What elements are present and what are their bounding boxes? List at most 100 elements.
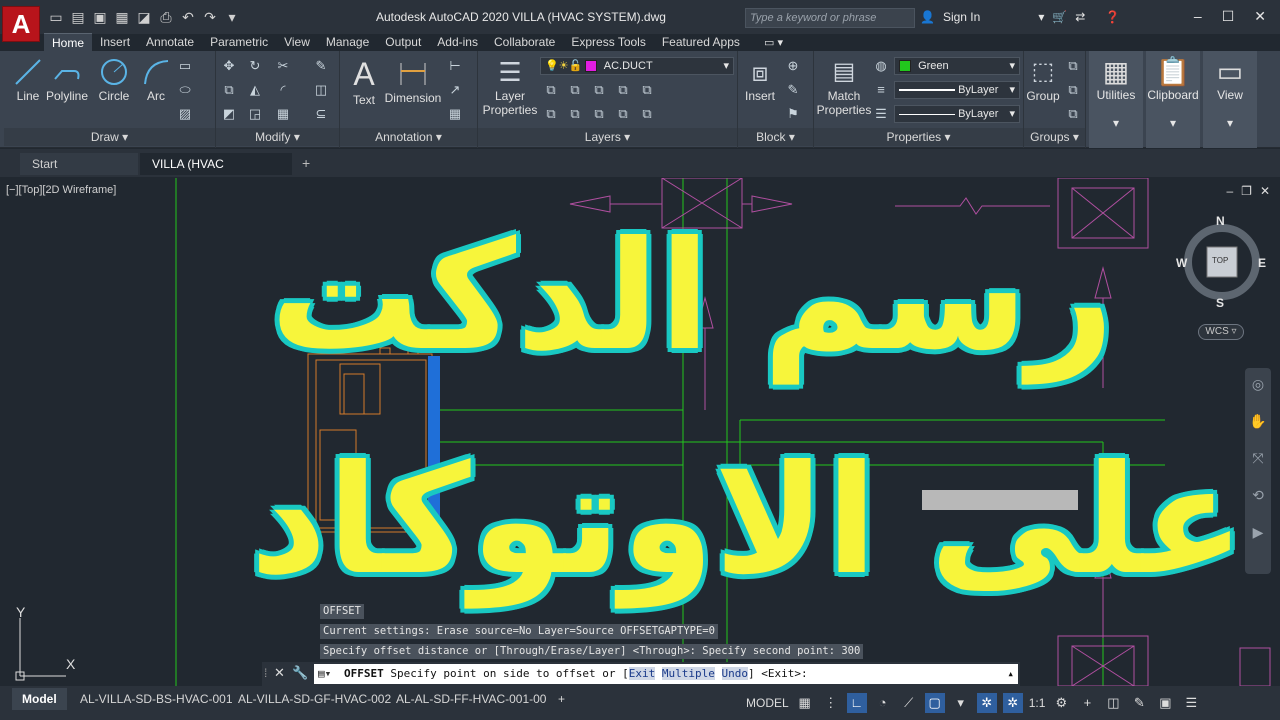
linear-dim-icon[interactable]: ⊢ xyxy=(446,57,464,75)
hardware-accel-icon[interactable]: ✎ xyxy=(1129,693,1149,713)
insert-block-button[interactable]: ⧈ Insert xyxy=(740,57,780,103)
fillet-icon[interactable]: ◜ xyxy=(274,81,292,99)
leader-icon[interactable]: ↗ xyxy=(446,81,464,99)
tab-home[interactable]: Home xyxy=(44,33,93,51)
utilities-button[interactable]: ▦ Utilities ▾ xyxy=(1089,51,1143,148)
minimize-viewport-icon[interactable]: – xyxy=(1226,184,1233,198)
mirror-icon[interactable]: ◭ xyxy=(246,81,264,99)
tab-annotate[interactable]: Annotate xyxy=(138,33,202,51)
group-select-icon[interactable]: ⧉ xyxy=(1064,105,1082,123)
color-dropdown[interactable]: Green ▾ xyxy=(894,57,1020,75)
steering-wheel-icon[interactable]: ◎ xyxy=(1245,376,1271,393)
layer-tool-icon[interactable]: ⧉ xyxy=(542,81,560,99)
new-tab-button[interactable]: + xyxy=(302,155,310,171)
stretch-icon[interactable]: ◩ xyxy=(220,105,238,123)
tab-start[interactable]: Start xyxy=(20,153,138,175)
rectangle-icon[interactable]: ▭ xyxy=(176,57,194,75)
grid-icon[interactable]: ▦ xyxy=(795,693,815,713)
cart-icon[interactable]: 🛒 xyxy=(1052,10,1067,24)
drawing-viewport[interactable]: [−][Top][2D Wireframe] – ❐ ✕ رسم الدكت ع… xyxy=(0,178,1280,686)
attribute-icon[interactable]: ⚑ xyxy=(784,105,802,123)
compass-s[interactable]: S xyxy=(1216,296,1224,310)
close-viewport-icon[interactable]: ✕ xyxy=(1260,184,1270,198)
tab-drawing[interactable]: VILLA (HVAC SYSTEM)* ✕ xyxy=(140,153,292,193)
groups-panel-title[interactable]: Groups ▾ xyxy=(1024,128,1085,146)
modify-panel-title[interactable]: Modify ▾ xyxy=(216,128,339,146)
tab-layout-3[interactable]: AL-AL-SD-FF-HVAC-001-00 xyxy=(386,688,556,710)
tab-manage[interactable]: Manage xyxy=(318,33,377,51)
polar-icon[interactable]: ◔ xyxy=(873,693,893,713)
command-history-toggle[interactable]: ▴ xyxy=(1007,664,1014,684)
view-button[interactable]: ▭ View ▾ xyxy=(1203,51,1257,148)
tab-add-ins[interactable]: Add-ins xyxy=(429,33,486,51)
compass-w[interactable]: W xyxy=(1176,256,1187,270)
offset-icon[interactable]: ⊆ xyxy=(312,105,330,123)
sign-in-button[interactable]: Sign In xyxy=(943,10,980,24)
tab-featured-apps[interactable]: Featured Apps xyxy=(654,33,748,51)
ungroup-icon[interactable]: ⧉ xyxy=(1064,57,1082,75)
isodraft-icon[interactable]: ⟋ xyxy=(899,693,919,713)
linetype-dropdown[interactable]: ByLayer ▾ xyxy=(894,81,1020,99)
table-icon[interactable]: ▦ xyxy=(446,105,464,123)
tab-model[interactable]: Model xyxy=(12,688,67,710)
trim-icon[interactable]: ✂ xyxy=(274,57,292,75)
model-space-button[interactable]: MODEL xyxy=(746,696,789,710)
web-icon[interactable]: ◪ xyxy=(136,9,152,25)
compass-n[interactable]: N xyxy=(1216,214,1225,228)
chevron-down-icon[interactable]: ▾ xyxy=(951,693,971,713)
annotation-visibility-icon[interactable]: ✲ xyxy=(976,693,997,713)
viewport-label[interactable]: [−][Top][2D Wireframe] xyxy=(6,184,116,196)
tab-layout-1[interactable]: AL-VILLA-SD-BS-HVAC-001 xyxy=(70,688,243,710)
redo-icon[interactable]: ↷ xyxy=(202,9,218,25)
pan-icon[interactable]: ✋ xyxy=(1245,413,1271,430)
annotation-panel-title[interactable]: Annotation ▾ xyxy=(340,128,477,146)
layers-panel-title[interactable]: Layers ▾ xyxy=(478,128,737,146)
move-icon[interactable]: ✥ xyxy=(220,57,238,75)
autocad-logo-button[interactable]: A xyxy=(2,6,40,42)
layer-tool-icon[interactable]: ⧉ xyxy=(638,105,656,123)
snap-icon[interactable]: ⋮ xyxy=(821,693,841,713)
erase-icon[interactable]: ✎ xyxy=(312,57,330,75)
save-as-icon[interactable]: ▦ xyxy=(114,9,130,25)
orbit-icon[interactable]: ⟲ xyxy=(1245,487,1271,504)
clean-screen-icon[interactable]: ▣ xyxy=(1155,693,1175,713)
layer-tool-icon[interactable]: ⧉ xyxy=(566,81,584,99)
command-recent-icon[interactable]: ▤▾ xyxy=(318,664,331,684)
add-layout-button[interactable]: + xyxy=(548,688,575,710)
customize-qat-icon[interactable]: ▾ xyxy=(224,9,240,25)
exchange-icon[interactable]: ⇄ xyxy=(1075,10,1085,24)
layer-tool-icon[interactable]: ⧉ xyxy=(614,105,632,123)
option-undo[interactable]: Undo xyxy=(721,667,749,680)
tab-collaborate[interactable]: Collaborate xyxy=(486,33,563,51)
group-button[interactable]: ⬚ Group xyxy=(1024,57,1062,103)
user-icon[interactable]: 👤 xyxy=(920,10,935,24)
copy-icon[interactable]: ⧉ xyxy=(220,81,238,99)
option-exit[interactable]: Exit xyxy=(628,667,656,680)
layer-dropdown[interactable]: 💡☀🔓 AC.DUCT ▾ xyxy=(540,57,734,75)
rotate-icon[interactable]: ↻ xyxy=(246,57,264,75)
color-wheel-icon[interactable]: ◍ xyxy=(872,57,890,75)
option-multiple[interactable]: Multiple xyxy=(661,667,715,680)
tab-output[interactable]: Output xyxy=(377,33,429,51)
save-icon[interactable]: ▣ xyxy=(92,9,108,25)
layer-tool-icon[interactable]: ⧉ xyxy=(638,81,656,99)
undo-icon[interactable]: ↶ xyxy=(180,9,196,25)
print-icon[interactable]: ⎙ xyxy=(158,9,174,25)
tab-parametric[interactable]: Parametric xyxy=(202,33,276,51)
wcs-menu[interactable]: WCS ▿ xyxy=(1198,324,1244,340)
command-input[interactable]: ▤▾ OFFSET Specify point on side to offse… xyxy=(314,664,1018,684)
arc-tool[interactable]: Arc xyxy=(138,57,174,103)
ribbon-toggle-icon[interactable]: ▭ ▾ xyxy=(764,36,783,49)
viewcube-top-face[interactable]: TOP xyxy=(1212,256,1228,265)
close-command-icon[interactable]: ✕ xyxy=(274,665,285,681)
ortho-icon[interactable]: ∟ xyxy=(846,693,867,713)
help-icon[interactable]: ❓ xyxy=(1105,10,1120,24)
ellipse-icon[interactable]: ⬭ xyxy=(176,81,194,99)
minimize-icon[interactable]: – xyxy=(1194,8,1202,25)
command-drag-handle[interactable]: ⁞ xyxy=(264,666,267,680)
open-icon[interactable]: ▤ xyxy=(70,9,86,25)
layer-tool-icon[interactable]: ⧉ xyxy=(590,105,608,123)
layer-tool-icon[interactable]: ⧉ xyxy=(566,105,584,123)
text-tool[interactable]: A Text xyxy=(346,57,382,107)
showmotion-icon[interactable]: ▶ xyxy=(1245,524,1271,541)
